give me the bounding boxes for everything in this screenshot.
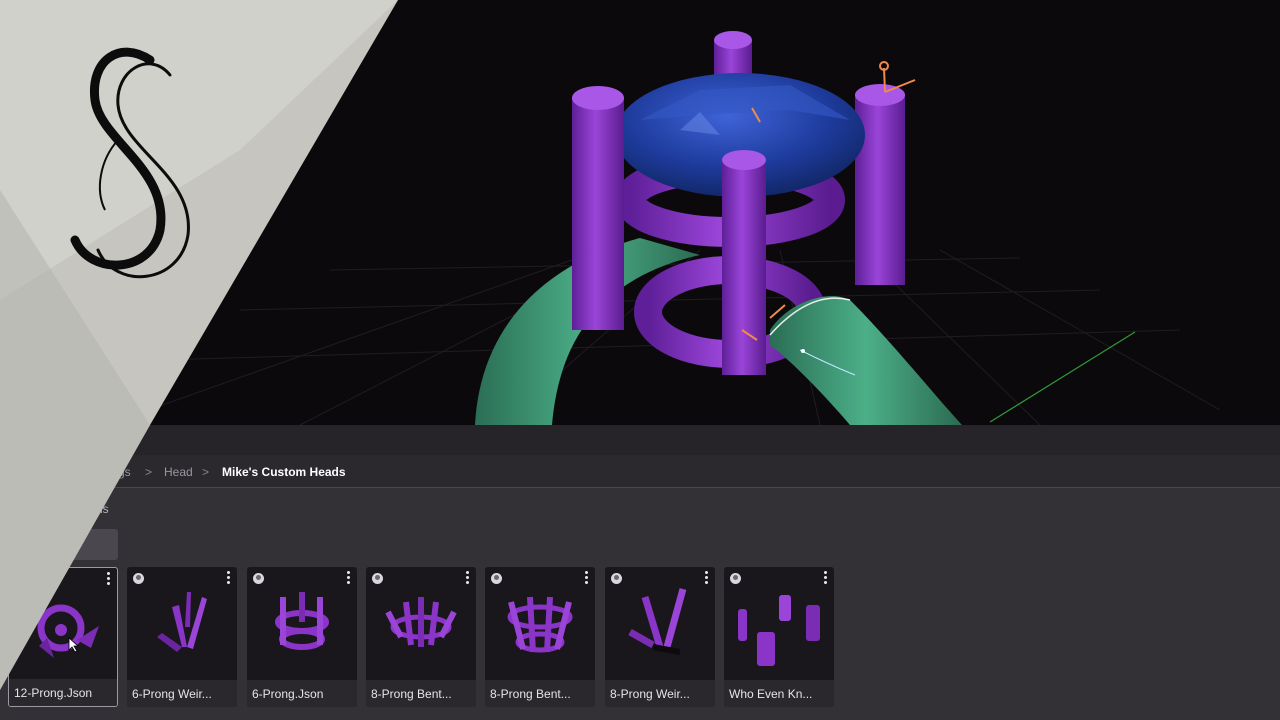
prong-front-left (572, 98, 624, 330)
kebab-menu-icon[interactable] (227, 571, 231, 585)
asset-thumbnail (738, 595, 820, 666)
asset-thumbnail (37, 604, 99, 658)
asset-card-12-prong[interactable]: 12-Prong.Json (8, 567, 118, 707)
mouse-cursor-icon (68, 637, 80, 653)
asset-card-8-prong-bent-2[interactable]: 8-Prong Bent... (485, 567, 595, 707)
user-avatar-icon (730, 573, 741, 584)
user-avatar-icon (611, 573, 622, 584)
user-avatar-icon (491, 573, 502, 584)
card-label-bar: 8-Prong Bent... (485, 680, 595, 707)
card-label: Who Even Kn... (729, 687, 813, 701)
card-label: 8-Prong Bent... (371, 687, 452, 701)
kebab-menu-icon[interactable] (107, 572, 111, 586)
card-label-bar: 6-Prong Weir... (127, 680, 237, 707)
breadcrumb-item-root[interactable]: gs (118, 465, 131, 479)
card-label: 8-Prong Weir... (610, 687, 690, 701)
user-avatar-icon (253, 573, 264, 584)
asset-card-6-prong[interactable]: 6-Prong.Json (247, 567, 357, 707)
kebab-menu-icon[interactable] (705, 571, 709, 585)
card-label-bar: Who Even Kn... (724, 680, 834, 707)
panel-divider[interactable] (0, 425, 1280, 455)
folder-title: ds (96, 502, 109, 516)
breadcrumb: gs > Head > Mike's Custom Heads (0, 455, 1280, 488)
asset-thumbnail (385, 597, 457, 647)
asset-card-8-prong-weird[interactable]: 8-Prong Weir... (605, 567, 715, 707)
card-label-bar: 8-Prong Weir... (605, 680, 715, 707)
breadcrumb-item-current: Mike's Custom Heads (222, 465, 346, 479)
card-label: 12-Prong.Json (14, 686, 93, 700)
user-avatar-icon (372, 573, 383, 584)
ring-shank-right (770, 296, 962, 425)
asset-card-6-prong-weird[interactable]: 6-Prong Weir... (127, 567, 237, 707)
breadcrumb-separator: > (145, 465, 153, 479)
card-label: 6-Prong Weir... (132, 687, 212, 701)
card-label-bar: 8-Prong Bent... (366, 680, 476, 707)
viewport-scene (119, 31, 1221, 425)
asset-thumbnail (157, 592, 207, 652)
asset-thumbnail (507, 596, 573, 653)
user-avatar-icon (133, 573, 144, 584)
asset-thumbnail (628, 588, 687, 655)
kebab-menu-icon[interactable] (466, 571, 470, 585)
card-label-bar: 6-Prong.Json (247, 680, 357, 707)
asset-card-who-even-knows[interactable]: Who Even Kn... (724, 567, 834, 707)
search-input[interactable] (60, 529, 118, 560)
prong-front-center (722, 160, 766, 375)
asset-thumbnail (275, 592, 329, 650)
kebab-menu-icon[interactable] (347, 571, 351, 585)
3d-viewport[interactable] (0, 0, 1280, 425)
axis-line (989, 331, 1136, 423)
card-label: 6-Prong.Json (252, 687, 324, 701)
asset-card-8-prong-bent-1[interactable]: 8-Prong Bent... (366, 567, 476, 707)
breadcrumb-separator: > (202, 465, 210, 479)
card-label-bar: 12-Prong.Json (9, 679, 117, 706)
card-label: 8-Prong Bent... (490, 687, 571, 701)
breadcrumb-item-head[interactable]: Head (164, 465, 193, 479)
kebab-menu-icon[interactable] (824, 571, 828, 585)
kebab-menu-icon[interactable] (585, 571, 589, 585)
